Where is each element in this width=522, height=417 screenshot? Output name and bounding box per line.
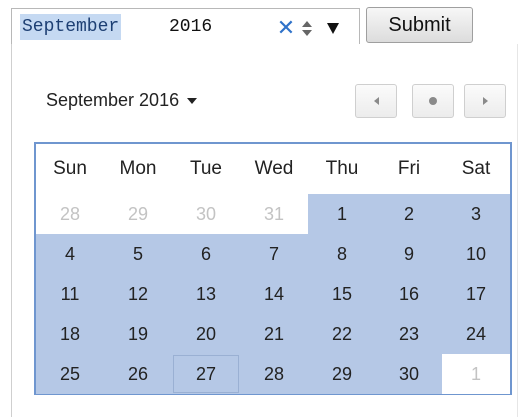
day-cell[interactable]: 10 [442, 234, 510, 274]
day-cell[interactable]: 8 [308, 234, 376, 274]
spinner-arrows-icon[interactable] [299, 13, 315, 43]
day-cell[interactable]: 17 [442, 274, 510, 314]
month-year-label: September 2016 [46, 90, 180, 110]
day-cell[interactable]: 16 [376, 274, 442, 314]
submit-button[interactable]: Submit [366, 7, 473, 43]
day-cell[interactable]: 28 [240, 354, 308, 394]
weekday-thu: Thu [325, 158, 359, 179]
spin-down-icon[interactable] [302, 29, 312, 36]
day-cell-outside[interactable]: 31 [240, 194, 308, 234]
day-cell[interactable]: 25 [36, 354, 104, 394]
day-cell[interactable]: 23 [376, 314, 442, 354]
day-cell[interactable]: 6 [172, 234, 240, 274]
today-button[interactable] [412, 84, 454, 118]
weekday-tue: Tue [189, 158, 223, 179]
year-segment[interactable]: 2016 [169, 14, 212, 40]
day-cell[interactable]: 15 [308, 274, 376, 314]
calendar-grid: Sun Mon Tue Wed Thu Fri Sat 28 29 30 31 1 2 3 4 5 6 7 8 9 1… [34, 142, 512, 395]
day-cell[interactable]: 24 [442, 314, 510, 354]
day-cell-outside[interactable]: 30 [172, 194, 240, 234]
clear-icon[interactable]: ✕ [276, 17, 296, 39]
month-year-dropdown[interactable]: September 2016 [46, 88, 198, 112]
day-cell-outside[interactable]: 28 [36, 194, 104, 234]
day-cell[interactable]: 20 [172, 314, 240, 354]
chevron-right-icon [482, 97, 488, 105]
day-cell[interactable]: 1 [308, 194, 376, 234]
dropdown-arrow-icon[interactable] [325, 20, 341, 36]
dot-icon [429, 97, 437, 105]
day-cell[interactable]: 14 [240, 274, 308, 314]
weekday-sat: Sat [461, 158, 491, 179]
weekday-wed: Wed [254, 158, 294, 179]
day-cell[interactable]: 13 [172, 274, 240, 314]
next-month-button[interactable] [464, 84, 506, 118]
day-cell[interactable]: 11 [36, 274, 104, 314]
day-cell-outside[interactable]: 29 [104, 194, 172, 234]
day-cell[interactable]: 30 [376, 354, 442, 394]
month-segment[interactable]: September [20, 14, 122, 40]
day-cell[interactable]: 18 [36, 314, 104, 354]
day-cell[interactable]: 9 [376, 234, 442, 274]
weekday-header: Sun Mon Tue Wed Thu Fri Sat [36, 144, 510, 194]
day-cell[interactable]: 22 [308, 314, 376, 354]
day-cell[interactable]: 4 [36, 234, 104, 274]
day-cell[interactable]: 7 [240, 234, 308, 274]
day-cell[interactable]: 2 [376, 194, 442, 234]
month-input[interactable]: September 2016 ✕ [11, 8, 360, 46]
previous-month-button[interactable] [355, 84, 397, 118]
day-cell[interactable]: 3 [442, 194, 510, 234]
day-cell[interactable]: 21 [240, 314, 308, 354]
day-cell[interactable]: 19 [104, 314, 172, 354]
weekday-mon: Mon [119, 158, 157, 179]
chevron-left-icon [373, 97, 379, 105]
day-cell[interactable]: 5 [104, 234, 172, 274]
day-cell[interactable]: 12 [104, 274, 172, 314]
day-cell-outside[interactable]: 1 [442, 354, 510, 394]
spin-up-icon[interactable] [302, 20, 312, 27]
caret-down-icon [187, 98, 198, 105]
day-cell[interactable]: 26 [104, 354, 172, 394]
day-cell[interactable]: 29 [308, 354, 376, 394]
weekday-fri: Fri [397, 158, 421, 179]
weekday-sun: Sun [53, 158, 87, 179]
day-cell[interactable]: 27 [172, 354, 240, 394]
